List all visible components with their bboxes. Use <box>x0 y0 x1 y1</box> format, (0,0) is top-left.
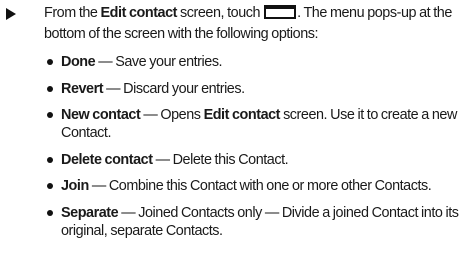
intro-paragraph: From the Edit contact screen, touch . Th… <box>44 3 468 45</box>
option-term: Separate <box>61 204 119 221</box>
option-term: Delete contact <box>61 151 153 168</box>
option-term: Revert <box>61 80 104 97</box>
option-desc: — Save your entries. <box>95 54 223 70</box>
manual-page: From the Edit contact screen, touch . Th… <box>0 0 475 270</box>
option-join: Join — Combine this Contact with one or … <box>6 177 468 195</box>
bullet-icon <box>47 156 53 163</box>
option-done: Done — Save your entries. <box>6 53 468 71</box>
option-desc: — Joined Contacts only — Divide a joined… <box>61 204 459 239</box>
option-desc: — Delete this Contact. <box>152 151 289 168</box>
bullet-icon <box>47 59 53 65</box>
option-desc: — Discard your entries. <box>103 80 245 97</box>
intro-mid: screen, touch <box>176 5 264 21</box>
option-desc: — Combine this Contact with one or more … <box>88 178 432 194</box>
option-desc-pre: — Opens <box>140 107 204 123</box>
bullet-icon <box>47 209 53 216</box>
option-delete-contact: Delete contact — Delete this Contact. <box>6 151 468 169</box>
intro-lead: From the <box>44 5 101 21</box>
bullet-icon <box>47 85 53 92</box>
bullet-icon <box>47 112 53 118</box>
intro-screen-name: Edit contact <box>100 5 178 21</box>
option-separate: Separate — Joined Contacts only — Divide… <box>6 204 468 240</box>
options-list: Done — Save your entries. Revert — Disca… <box>6 53 468 240</box>
step-arrow-icon <box>6 8 16 20</box>
menu-key-icon <box>264 5 297 19</box>
option-desc-bold: Edit contact <box>203 107 281 123</box>
bullet-icon <box>47 183 53 189</box>
instruction-step: From the Edit contact screen, touch . Th… <box>6 3 468 248</box>
option-revert: Revert — Discard your entries. <box>6 80 468 98</box>
option-term: New contact <box>61 107 141 123</box>
option-term: Join <box>61 178 89 194</box>
option-new-contact: New contact — Opens Edit contact screen.… <box>6 106 468 142</box>
option-term: Done <box>61 54 96 70</box>
